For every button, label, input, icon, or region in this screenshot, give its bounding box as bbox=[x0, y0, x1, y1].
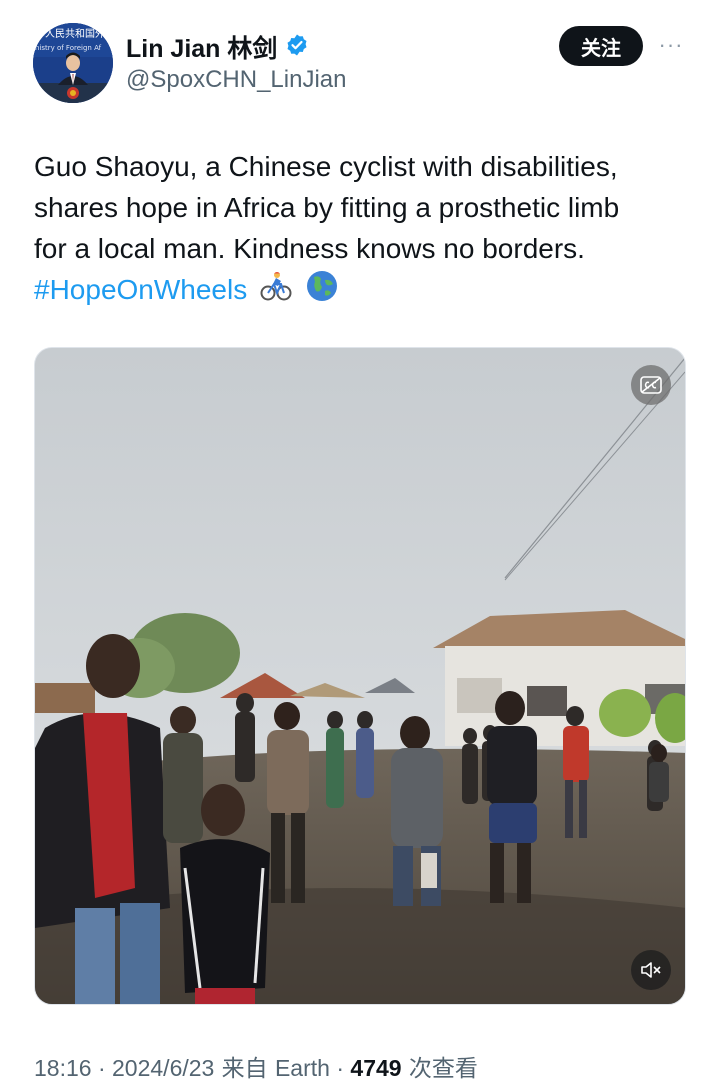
tweet-header: 华人民共和国外 inistry of Foreign Af Lin Jian 林… bbox=[0, 0, 720, 120]
tweet-source: Earth bbox=[274, 1055, 330, 1081]
avatar-banner-text-2: inistry of Foreign Af bbox=[33, 44, 102, 52]
verified-badge-icon bbox=[285, 33, 309, 62]
tweet-time[interactable]: 18:16 bbox=[34, 1055, 92, 1081]
view-count[interactable]: 4749 bbox=[350, 1055, 401, 1081]
tweet-meta: 18:16 · 2024/6/23 来自 Earth · 4749 次查看 bbox=[34, 1049, 478, 1083]
tweet-text-line: for a local man. Kindness knows no borde… bbox=[34, 233, 585, 264]
closed-captions-icon[interactable] bbox=[631, 365, 671, 405]
hashtag-line: #HopeOnWheels bbox=[34, 269, 694, 310]
user-handle[interactable]: @SpoxCHN_LinJian bbox=[126, 66, 346, 94]
tweet-date[interactable]: 2024/6/23 bbox=[112, 1055, 214, 1081]
tweet-text: Guo Shaoyu, a Chinese cyclist with disab… bbox=[34, 146, 694, 310]
follow-button[interactable]: 关注 bbox=[559, 26, 643, 66]
cyclist-emoji bbox=[259, 269, 293, 303]
avatar-banner-text: 华人民共和国外 bbox=[35, 27, 105, 40]
tweet-video[interactable] bbox=[34, 347, 686, 1005]
source-prefix: 来自 bbox=[214, 1056, 275, 1082]
tweet-text-line: Guo Shaoyu, a Chinese cyclist with disab… bbox=[34, 151, 618, 182]
view-count-suffix: 次查看 bbox=[401, 1056, 478, 1082]
tweet-text-line: shares hope in Africa by fitting a prost… bbox=[34, 192, 620, 223]
mute-icon[interactable] bbox=[631, 950, 671, 990]
name-row: Lin Jian 林剑 bbox=[126, 30, 309, 64]
meta-separator: · bbox=[329, 1055, 351, 1081]
meta-separator: · bbox=[91, 1055, 113, 1081]
display-name[interactable]: Lin Jian 林剑 bbox=[126, 29, 277, 65]
hashtag-link[interactable]: #HopeOnWheels bbox=[34, 274, 247, 305]
globe-emoji bbox=[305, 269, 339, 303]
avatar[interactable]: 华人民共和国外 inistry of Foreign Af bbox=[33, 23, 113, 103]
more-options-icon[interactable]: ··· bbox=[654, 30, 688, 60]
